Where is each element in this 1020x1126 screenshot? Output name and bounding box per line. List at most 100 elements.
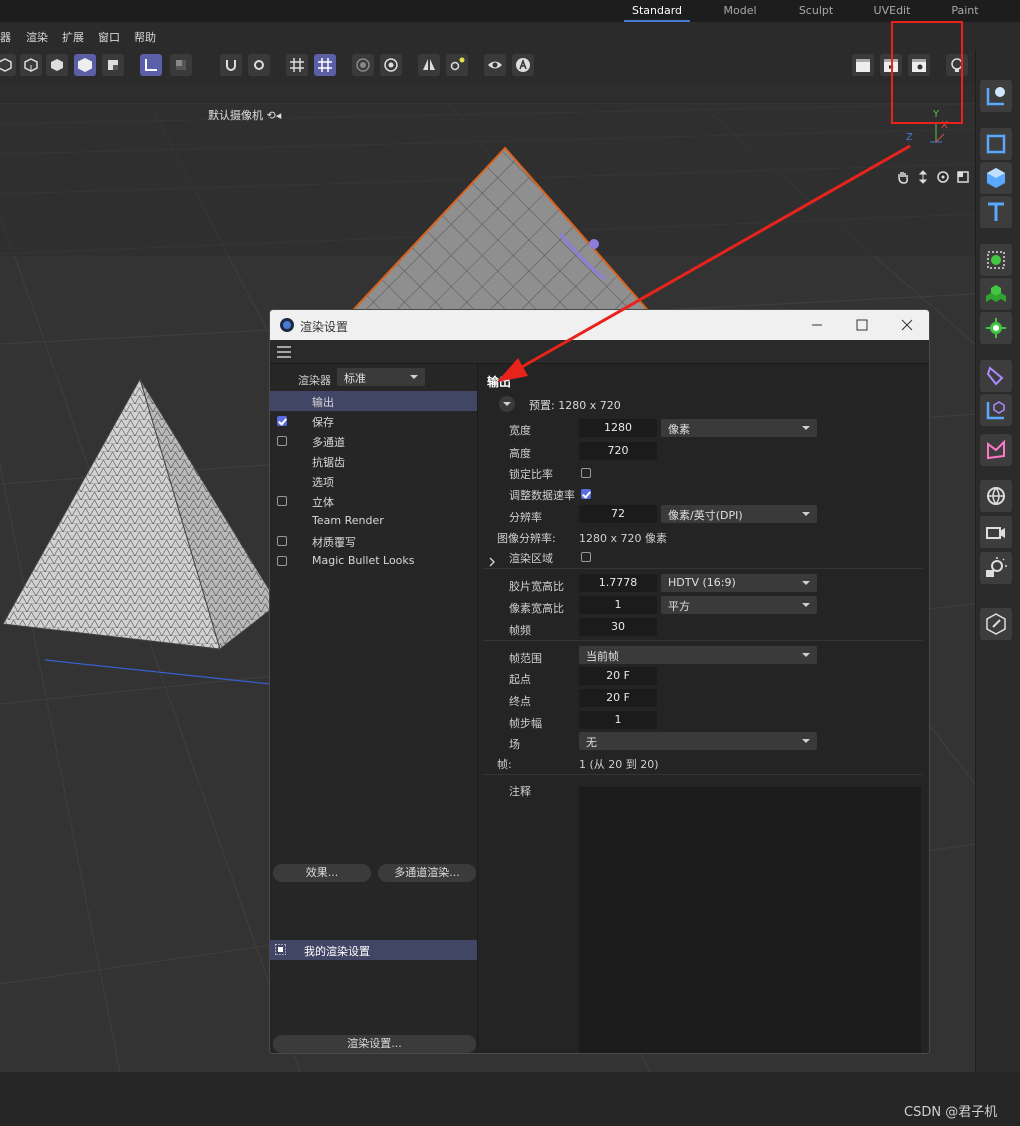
nav-item-save[interactable]: 保存: [270, 411, 477, 431]
frame-range-label: 帧范围: [509, 652, 542, 665]
nav-stereoscopic-checkbox[interactable]: [277, 496, 287, 506]
deformer-icon[interactable]: [980, 360, 1012, 392]
camera-icon[interactable]: [980, 516, 1012, 548]
layout-tab-uvedit[interactable]: UVEdit: [866, 0, 918, 22]
renderer-dropdown[interactable]: 标准: [337, 368, 425, 386]
nav-item-antialiasing[interactable]: 抗锯齿: [270, 451, 477, 471]
frame-range-value: 当前帧: [586, 650, 619, 663]
null-object-icon[interactable]: [980, 80, 1012, 112]
points-mode-icon[interactable]: [0, 54, 16, 76]
hamburger-menu-icon[interactable]: [277, 346, 291, 358]
rotate-view-icon[interactable]: [936, 170, 950, 184]
layout-tab-standard[interactable]: Standard: [624, 0, 690, 22]
menu-item-render[interactable]: 渲染: [26, 29, 48, 45]
minimize-icon[interactable]: [808, 316, 826, 334]
generator-icon[interactable]: [980, 244, 1012, 276]
nav-item-stereoscopic[interactable]: 立体: [270, 491, 477, 511]
render-settings-dialog: 渲染设置 渲染器 标准 输出 保存 多通道 抗锯齿 选项 立体 Team Ren…: [269, 309, 930, 1054]
spline-rectangle-icon[interactable]: [980, 128, 1012, 160]
nav-item-multipass[interactable]: 多通道: [270, 431, 477, 451]
render-region-checkbox[interactable]: [581, 552, 591, 562]
volume-icon[interactable]: [980, 434, 1012, 466]
texture-mode-icon[interactable]: [170, 54, 192, 76]
render-settings-button[interactable]: 渲染设置...: [273, 1035, 476, 1053]
film-aspect-dropdown[interactable]: HDTV (16:9): [661, 574, 817, 592]
viewport-settings-icon[interactable]: [380, 54, 402, 76]
notes-textarea[interactable]: [579, 787, 921, 1053]
menu-item-0[interactable]: 器: [0, 29, 11, 45]
uv-mode-icon[interactable]: [102, 54, 124, 76]
text-icon[interactable]: [980, 196, 1012, 228]
polygons-mode-icon[interactable]: [46, 54, 68, 76]
symmetry-settings-icon[interactable]: [446, 54, 468, 76]
render-preset-item[interactable]: 我的渲染设置: [270, 940, 477, 960]
soft-selection-icon[interactable]: [352, 54, 374, 76]
film-aspect-input[interactable]: 1.7778: [579, 574, 657, 592]
field-dropdown[interactable]: 无: [579, 732, 817, 750]
environment-icon[interactable]: [980, 480, 1012, 512]
adjust-data-rate-checkbox[interactable]: [581, 489, 591, 499]
pan-hand-icon[interactable]: [896, 170, 910, 184]
layout-tab-sculpt[interactable]: Sculpt: [790, 0, 842, 22]
height-input[interactable]: 720: [579, 442, 657, 460]
pixel-aspect-dropdown[interactable]: 平方: [661, 596, 817, 614]
field-icon[interactable]: [980, 394, 1012, 426]
preset-label: 预置: 1280 x 720: [529, 399, 621, 412]
nav-item-material-override[interactable]: 材质覆写: [270, 531, 477, 551]
menu-bar: 器 渲染 扩展 窗口 帮助: [0, 24, 975, 48]
preset-expand-button[interactable]: [499, 396, 515, 412]
film-aspect-label: 胶片宽高比: [509, 580, 564, 593]
view-icon[interactable]: [484, 54, 506, 76]
render-view-icon[interactable]: [852, 54, 874, 76]
nav-item-output[interactable]: 输出: [270, 391, 477, 411]
menu-item-extensions[interactable]: 扩展: [62, 29, 84, 45]
snap-settings-icon[interactable]: [248, 54, 270, 76]
close-icon[interactable]: [898, 316, 916, 334]
lock-ratio-checkbox[interactable]: [581, 468, 591, 478]
resolution-unit-dropdown[interactable]: 像素/英寸(DPI): [661, 505, 817, 523]
attributes-icon[interactable]: [512, 54, 534, 76]
magnet-icon[interactable]: [220, 54, 242, 76]
grid-icon[interactable]: [286, 54, 308, 76]
nav-magic-bullet-checkbox[interactable]: [277, 556, 287, 566]
nav-item-options[interactable]: 选项: [270, 471, 477, 491]
model-mode-icon[interactable]: [74, 54, 96, 76]
symmetry-icon[interactable]: [418, 54, 440, 76]
end-frame-input[interactable]: 20 F: [579, 689, 657, 707]
width-input[interactable]: 1280: [579, 419, 657, 437]
light-object-icon[interactable]: [980, 552, 1012, 584]
pixel-aspect-input[interactable]: 1: [579, 596, 657, 614]
effects-button[interactable]: 效果...: [273, 864, 371, 882]
edit-tag-icon[interactable]: [980, 608, 1012, 640]
layout-tab-paint[interactable]: Paint: [944, 0, 986, 22]
effector-icon[interactable]: [980, 312, 1012, 344]
layout-tab-model[interactable]: Model: [712, 0, 768, 22]
start-frame-input[interactable]: 20 F: [579, 667, 657, 685]
move-view-icon[interactable]: [916, 170, 930, 184]
nav-multipass-checkbox[interactable]: [277, 436, 287, 446]
menu-item-window[interactable]: 窗口: [98, 29, 120, 45]
axis-mode-icon[interactable]: [140, 54, 162, 76]
nav-material-override-checkbox[interactable]: [277, 536, 287, 546]
size-unit-dropdown[interactable]: 像素: [661, 419, 817, 437]
multipass-render-button[interactable]: 多通道渲染...: [378, 864, 476, 882]
workplane-grid-icon[interactable]: [314, 54, 336, 76]
render-setting-icon: [275, 944, 286, 955]
frame-rate-input[interactable]: 30: [579, 618, 657, 636]
cloner-icon[interactable]: [980, 278, 1012, 310]
nav-item-magic-bullet-looks[interactable]: Magic Bullet Looks: [270, 551, 477, 571]
maximize-icon[interactable]: [853, 316, 871, 334]
camera-label[interactable]: 默认摄像机 ⟲◂: [208, 107, 281, 123]
nav-save-checkbox[interactable]: [277, 416, 287, 426]
dialog-title-bar[interactable]: 渲染设置: [270, 310, 929, 340]
frame-step-input[interactable]: 1: [579, 711, 657, 729]
frame-range-dropdown[interactable]: 当前帧: [579, 646, 817, 664]
chevron-down-icon: [802, 581, 810, 585]
menu-item-help[interactable]: 帮助: [134, 29, 156, 45]
cube-icon[interactable]: [980, 162, 1012, 194]
resolution-input[interactable]: 72: [579, 505, 657, 523]
chevron-right-icon[interactable]: [488, 557, 496, 567]
edges-mode-icon[interactable]: [20, 54, 42, 76]
nav-item-team-render[interactable]: Team Render: [270, 511, 477, 531]
maximize-view-icon[interactable]: [956, 170, 970, 184]
